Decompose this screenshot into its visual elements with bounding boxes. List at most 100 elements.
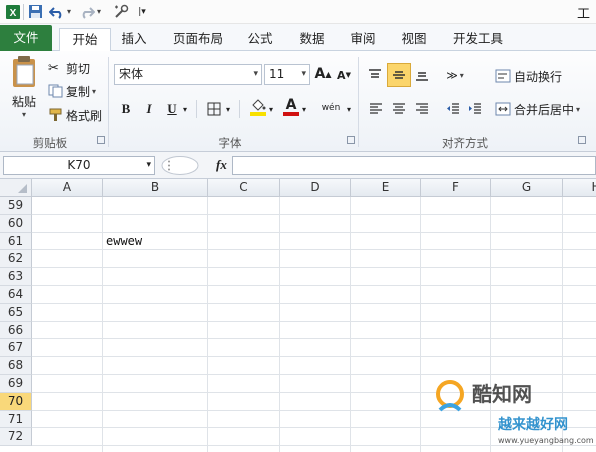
tab-data[interactable]: 数据 bbox=[292, 28, 332, 51]
row-header-70[interactable]: 70 bbox=[0, 392, 32, 411]
watermark-logo-icon bbox=[436, 380, 464, 412]
cut-button[interactable]: ✂ 剪切 bbox=[48, 59, 90, 77]
column-header-e[interactable]: E bbox=[351, 179, 421, 197]
insert-function-button[interactable]: fx bbox=[216, 157, 227, 173]
row-header-64[interactable]: 64 bbox=[0, 286, 32, 304]
select-all-button[interactable] bbox=[0, 179, 32, 197]
font-name-select[interactable]: 宋体 ▾ bbox=[114, 64, 262, 85]
increase-indent-button[interactable] bbox=[465, 99, 485, 119]
align-middle-button[interactable] bbox=[387, 63, 411, 87]
font-size-select[interactable]: 11 ▾ bbox=[264, 64, 310, 85]
gridline bbox=[32, 267, 596, 269]
row-header-63[interactable]: 63 bbox=[0, 268, 32, 286]
paste-button[interactable]: 粘贴 ▾ bbox=[4, 55, 44, 127]
row-header-59[interactable]: 59 bbox=[0, 197, 32, 215]
gridline bbox=[32, 338, 596, 340]
wrap-text-button[interactable]: 自动换行 bbox=[495, 67, 562, 85]
phonetic-dropdown[interactable]: ▾ bbox=[344, 99, 354, 119]
gridline bbox=[32, 374, 596, 375]
tab-page-layout[interactable]: 页面布局 bbox=[166, 28, 230, 51]
group-divider bbox=[358, 57, 359, 147]
merge-center-button[interactable]: 合并后居中 ▾ bbox=[495, 100, 580, 118]
underline-dropdown[interactable]: ▾ bbox=[180, 99, 190, 119]
copy-label: 复制 bbox=[66, 84, 91, 99]
row-header-66[interactable]: 66 bbox=[0, 321, 32, 340]
align-center-icon bbox=[393, 103, 405, 114]
align-left-button[interactable] bbox=[366, 99, 386, 119]
format-painter-button[interactable]: 格式刷 bbox=[48, 106, 102, 124]
row-header-72[interactable]: 72 bbox=[0, 428, 32, 447]
fill-color-dropdown[interactable]: ▾ bbox=[266, 99, 276, 119]
shrink-font-button[interactable]: A ▼ bbox=[334, 65, 354, 85]
font-dialog-launcher[interactable] bbox=[347, 136, 355, 144]
watermark-url: www.yueyangbang.com bbox=[498, 436, 594, 445]
row-header-60[interactable]: 60 bbox=[0, 214, 32, 233]
tab-developer[interactable]: 开发工具 bbox=[446, 28, 510, 51]
name-box[interactable]: K70 ▾ bbox=[3, 156, 155, 175]
formula-controls: fx bbox=[160, 155, 232, 176]
borders-dropdown[interactable]: ▾ bbox=[223, 99, 233, 119]
column-header-f[interactable]: F bbox=[421, 179, 491, 197]
underline-button[interactable]: U bbox=[162, 99, 182, 119]
column-header-h[interactable]: H bbox=[563, 179, 596, 197]
orientation-button[interactable]: ≫ ▾ bbox=[443, 65, 467, 85]
clipboard-group-label: 剪贴板 bbox=[32, 136, 68, 150]
watermark-title: 酷知网 bbox=[472, 382, 532, 406]
window-title: 工 bbox=[576, 7, 590, 22]
ribbon-tabs: 文件 开始 插入 页面布局 公式 数据 审阅 视图 开发工具 bbox=[0, 24, 596, 52]
save-icon[interactable] bbox=[27, 3, 44, 20]
undo-icon[interactable]: ▾ bbox=[48, 3, 72, 20]
column-header-b[interactable]: B bbox=[103, 179, 208, 197]
gridline bbox=[32, 231, 596, 233]
watermark-subtitle: 越来越好网 bbox=[498, 417, 568, 433]
row-header-68[interactable]: 68 bbox=[0, 357, 32, 375]
paintbrush-icon bbox=[49, 108, 62, 121]
cell-b61[interactable]: ewwew bbox=[106, 234, 142, 248]
font-color-dropdown[interactable]: ▾ bbox=[299, 99, 309, 119]
gridline bbox=[279, 197, 280, 452]
group-divider bbox=[108, 57, 109, 147]
row-header-67[interactable]: 67 bbox=[0, 339, 32, 358]
row-header-65[interactable]: 65 bbox=[0, 303, 32, 322]
row-header-71[interactable]: 71 bbox=[0, 410, 32, 429]
tab-view[interactable]: 视图 bbox=[394, 28, 434, 51]
wrap-text-icon bbox=[495, 69, 511, 83]
tab-file[interactable]: 文件 bbox=[0, 25, 52, 51]
bold-button[interactable]: B bbox=[116, 99, 136, 119]
redo-icon[interactable]: ▾ bbox=[78, 3, 102, 20]
borders-button[interactable] bbox=[204, 99, 224, 119]
row-header-62[interactable]: 62 bbox=[0, 250, 32, 269]
font-color-button[interactable]: A bbox=[281, 97, 301, 117]
clipboard-dialog-launcher[interactable] bbox=[97, 136, 105, 144]
column-header-c[interactable]: C bbox=[208, 179, 280, 197]
fill-color-button[interactable] bbox=[248, 97, 268, 117]
gridline bbox=[32, 356, 596, 358]
column-header-d[interactable]: D bbox=[280, 179, 351, 197]
excel-icon[interactable]: X bbox=[4, 3, 21, 20]
align-right-button[interactable] bbox=[412, 99, 432, 119]
column-header-g[interactable]: G bbox=[491, 179, 563, 197]
gridline bbox=[32, 249, 596, 251]
formula-bar: K70 ▾ fx bbox=[0, 152, 596, 179]
customize-icon[interactable]: |▾ bbox=[136, 3, 148, 20]
italic-button[interactable]: I bbox=[139, 99, 159, 119]
row-header-61[interactable]: 61 bbox=[0, 232, 32, 251]
decrease-indent-button[interactable] bbox=[443, 99, 463, 119]
align-bottom-button[interactable] bbox=[412, 65, 432, 85]
tools-icon[interactable] bbox=[110, 3, 132, 20]
tab-review[interactable]: 审阅 bbox=[343, 28, 383, 51]
column-header-a[interactable]: A bbox=[32, 179, 103, 197]
tab-home[interactable]: 开始 bbox=[59, 28, 111, 52]
align-top-button[interactable] bbox=[365, 65, 385, 85]
copy-button[interactable]: 复制 ▾ bbox=[48, 82, 96, 100]
orientation-icon: ≫ bbox=[446, 68, 458, 82]
row-header-69[interactable]: 69 bbox=[0, 375, 32, 393]
formula-input[interactable] bbox=[232, 156, 596, 175]
align-center-button[interactable] bbox=[389, 99, 409, 119]
alignment-dialog-launcher[interactable] bbox=[578, 136, 586, 144]
tab-insert[interactable]: 插入 bbox=[114, 28, 154, 51]
tab-formulas[interactable]: 公式 bbox=[241, 28, 279, 51]
phonetic-guide-button[interactable]: wén bbox=[318, 98, 344, 118]
paste-label: 粘贴 bbox=[11, 95, 36, 109]
grow-font-button[interactable]: A ▲ bbox=[313, 64, 333, 84]
